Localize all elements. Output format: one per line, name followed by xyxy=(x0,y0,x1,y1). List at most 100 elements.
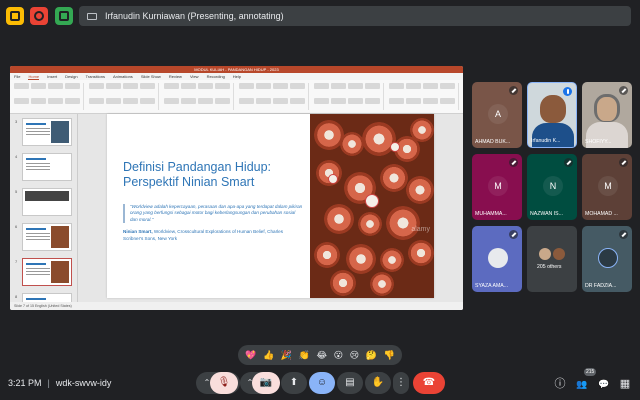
reaction-thinking[interactable]: 🤔 xyxy=(366,350,377,361)
reaction-party[interactable]: 🎉 xyxy=(281,350,292,361)
avatar-picture xyxy=(598,248,618,268)
others-tile[interactable]: 205 others xyxy=(527,226,577,292)
meeting-info-separator: | xyxy=(47,378,50,388)
participant-tile-speaking[interactable]: Irfanudin K... xyxy=(527,82,577,148)
participant-name: AHMAD BUK... xyxy=(475,139,511,145)
citation-author: Ninian Smart, xyxy=(123,229,153,235)
slide-edit-area: Definisi Pandangan Hidup: Perspektif Nin… xyxy=(78,114,463,302)
participant-count-badge: 215 xyxy=(584,368,597,376)
speaking-indicator-icon xyxy=(563,87,572,96)
mic-muted-icon xyxy=(509,230,518,239)
avatar-picture xyxy=(488,248,508,268)
others-avatars xyxy=(537,248,567,260)
ppt-ribbon xyxy=(10,80,463,114)
mic-muted-icon xyxy=(619,158,628,167)
more-vert-icon: ⋮ xyxy=(396,377,406,388)
presenting-banner: Irfanudin Kurniawan (Presenting, annotat… xyxy=(79,6,631,26)
share-screen-icon[interactable] xyxy=(55,7,73,25)
participant-name: NAZWAN IS... xyxy=(530,211,563,217)
participant-video-body xyxy=(532,123,574,147)
captions-button[interactable]: ▤ xyxy=(337,372,363,394)
current-slide[interactable]: Definisi Pandangan Hidup: Perspektif Nin… xyxy=(107,114,434,298)
reaction-sad[interactable]: 😢 xyxy=(350,350,359,361)
people-icon[interactable]: 👥 xyxy=(576,378,588,390)
participant-tile[interactable]: SYAZA AMA... xyxy=(472,226,522,292)
ribbon-clipboard[interactable] xyxy=(14,83,84,110)
slide-thumb[interactable]: 6 xyxy=(15,223,72,251)
participant-tile[interactable]: M MOHAMAD ... xyxy=(582,154,632,220)
end-call-icon: ☎ xyxy=(422,377,436,388)
avatar: M xyxy=(598,176,618,196)
activities-icon[interactable]: ▦ xyxy=(619,378,631,390)
ribbon-paragraph[interactable] xyxy=(239,83,309,110)
participant-tile[interactable]: A AHMAD BUK... xyxy=(472,82,522,148)
raise-hand-indicator-icon[interactable] xyxy=(6,7,24,25)
ribbon-slides[interactable] xyxy=(89,83,159,110)
participant-tile[interactable]: DR FADZIA... xyxy=(582,226,632,292)
ppt-menu-home[interactable]: Home xyxy=(28,73,40,80)
meeting-code: wdk-swvw-idy xyxy=(55,378,112,388)
shared-screen: MODUL KULIAH - PANDANGAN HIDUP - 2023 Fi… xyxy=(10,66,463,310)
captions-icon: ▤ xyxy=(345,377,355,388)
emoji-icon: ☺ xyxy=(316,377,328,388)
present-button[interactable]: ⬆ xyxy=(281,372,307,394)
participant-name: MOHAMAD ... xyxy=(585,211,618,217)
presenting-label: Irfanudin Kurniawan (Presenting, annotat… xyxy=(105,11,284,21)
reaction-heart[interactable]: 💖 xyxy=(245,350,256,361)
ppt-body: 3 4 5 6 7 8 Definisi Pandangan Hidup: Pe… xyxy=(10,114,463,310)
participant-video-face xyxy=(594,94,620,122)
bottom-bar: 3:21 PM | wdk-swvw-idy ⌃ 🎙 ⌃ 📷 ⬆ ☺ ▤ ✋ ⋮… xyxy=(0,367,640,400)
ppt-menu-design[interactable]: Design xyxy=(65,73,77,80)
ppt-menu-help[interactable]: Help xyxy=(233,73,241,80)
avatar: A xyxy=(488,104,508,124)
ppt-menu-bar: File Home Insert Design Transitions Anim… xyxy=(10,73,463,80)
ribbon-editing[interactable] xyxy=(389,83,459,110)
ppt-window-title: MODUL KULIAH - PANDANGAN HIDUP - 2023 xyxy=(10,66,463,73)
leave-call-button[interactable]: ☎ xyxy=(413,372,445,394)
participant-tile[interactable]: N NAZWAN IS... xyxy=(527,154,577,220)
more-options-button[interactable]: ⋮ xyxy=(393,372,409,394)
slide-thumb[interactable]: 3 xyxy=(15,118,72,146)
ppt-menu-recording[interactable]: Recording xyxy=(207,73,225,80)
slide-citation: Ninian Smart, Worldview, Crosscultural E… xyxy=(123,229,304,242)
slide-quote: "Worldview adalah kepercayaan, perasaan … xyxy=(123,204,304,224)
ppt-menu-animations[interactable]: Animations xyxy=(113,73,133,80)
ppt-menu-slideshow[interactable]: Slide Show xyxy=(141,73,161,80)
participant-tile[interactable]: SHOFIYY... xyxy=(582,82,632,148)
presentation-icon xyxy=(87,12,97,20)
mic-muted-icon xyxy=(564,158,573,167)
slide-thumb[interactable]: 4 xyxy=(15,153,72,181)
reaction-thumbs-up[interactable]: 👍 xyxy=(263,350,274,361)
ppt-menu-file[interactable]: File xyxy=(14,73,20,80)
slide-thumb[interactable]: 5 xyxy=(15,188,72,216)
slide-text-panel: Definisi Pandangan Hidup: Perspektif Nin… xyxy=(107,114,310,298)
ppt-menu-view[interactable]: View xyxy=(190,73,199,80)
ribbon-drawing[interactable] xyxy=(314,83,384,110)
camera-toggle-button[interactable]: 📷 xyxy=(252,372,280,394)
reaction-surprised[interactable]: 😮 xyxy=(334,350,343,361)
participant-name: DR FADZIA... xyxy=(585,283,617,289)
mic-toggle-button[interactable]: 🎙 xyxy=(210,372,238,394)
reactions-bar: 💖 👍 🎉 👏 😂 😮 😢 🤔 👎 xyxy=(238,345,402,365)
meeting-details-icon[interactable]: ⓘ xyxy=(554,378,566,390)
meeting-info: 3:21 PM | wdk-swvw-idy xyxy=(8,378,111,388)
reaction-laugh[interactable]: 😂 xyxy=(317,350,328,361)
reaction-thumbs-down[interactable]: 👎 xyxy=(383,350,394,361)
clock-time: 3:21 PM xyxy=(8,378,42,388)
ppt-menu-insert[interactable]: Insert xyxy=(47,73,57,80)
mic-muted-icon xyxy=(619,86,628,95)
recording-icon[interactable] xyxy=(30,7,48,25)
participant-tile[interactable]: M MUHAMMA... xyxy=(472,154,522,220)
image-watermark: alamy xyxy=(411,226,430,233)
reactions-button[interactable]: ☺ xyxy=(309,372,335,394)
raise-hand-button[interactable]: ✋ xyxy=(365,372,391,394)
avatar: N xyxy=(543,176,563,196)
top-bar: Irfanudin Kurniawan (Presenting, annotat… xyxy=(0,0,640,32)
ribbon-font[interactable] xyxy=(164,83,234,110)
reaction-clap[interactable]: 👏 xyxy=(299,350,310,361)
mic-muted-icon xyxy=(509,158,518,167)
chat-icon[interactable]: 💬 xyxy=(598,378,610,390)
ppt-menu-review[interactable]: Review xyxy=(169,73,182,80)
slide-thumb-selected[interactable]: 7 xyxy=(15,258,72,286)
ppt-menu-transitions[interactable]: Transitions xyxy=(86,73,105,80)
